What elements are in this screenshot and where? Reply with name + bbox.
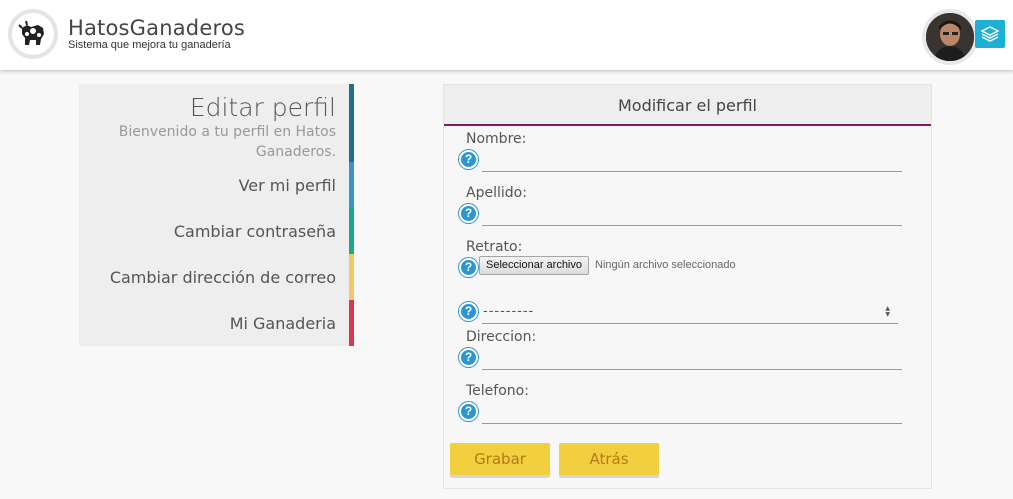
help-icon[interactable]: ? [459,302,478,321]
sidebar-item-bar [349,254,354,300]
help-icon[interactable]: ? [459,258,478,277]
direccion-label: Direccion: [466,329,537,345]
nombre-input[interactable] [482,171,902,172]
cow-icon [18,20,44,45]
avatar-photo [926,13,974,61]
apellido-input[interactable] [482,225,902,226]
sidebar-item-bar [349,208,354,254]
brand-tagline: Sistema que mejora tu ganadería [68,39,231,51]
select-file-button[interactable]: Seleccionar archivo [479,256,589,275]
layers-button[interactable] [975,20,1005,48]
apellido-label: Apellido: [466,185,527,201]
top-header: HatosGanaderos Sistema que mejora tu gan… [0,0,1013,70]
sidebar-item-label: Mi Ganaderia [229,313,336,333]
select-arrows-icon: ▲ ▼ [885,305,890,318]
sidebar-item-label: Cambiar contraseña [173,221,336,241]
sidebar-item-mi-ganaderia[interactable]: Mi Ganaderia [79,300,354,346]
ganaderia-select[interactable]: --------- ▲ ▼ [482,302,898,324]
edit-profile-form: Modificar el perfil Nombre: ? Apellido: … [443,84,932,489]
brand-name[interactable]: HatosGanaderos [68,16,245,40]
help-icon[interactable]: ? [459,402,478,421]
retrato-label: Retrato: [466,239,523,255]
save-button[interactable]: Grabar [450,443,550,475]
sidebar-item-cambiar-correo[interactable]: Cambiar dirección de correo [79,254,354,300]
user-avatar[interactable] [922,9,978,65]
help-icon[interactable]: ? [459,204,478,223]
sidebar-item-label: Ver mi perfil [238,175,336,195]
sidebar-item-bar [349,300,354,346]
profile-sidebar: Editar perfil Bienvenido a tu perfil en … [79,84,354,346]
telefono-input[interactable] [482,423,902,424]
sidebar-item-bar [349,162,354,208]
sidebar-item-label: Cambiar dirección de correo [109,267,336,287]
sidebar-item-cambiar-contrasena[interactable]: Cambiar contraseña [79,208,354,254]
sidebar-header: Editar perfil Bienvenido a tu perfil en … [79,84,354,162]
sidebar-item-ver-perfil[interactable]: Ver mi perfil [79,162,354,208]
sidebar-subtitle: Bienvenido a tu perfil en Hatos Ganadero… [118,124,336,160]
select-value: --------- [483,304,535,319]
direccion-input[interactable] [482,369,902,370]
help-icon[interactable]: ? [459,150,478,169]
nombre-label: Nombre: [466,131,527,147]
logo[interactable] [8,9,58,59]
file-status: Ningún archivo seleccionado [595,259,736,271]
telefono-label: Telefono: [466,383,529,399]
sidebar-title: Editar perfil [189,93,336,122]
form-title: Modificar el perfil [444,85,931,126]
sidebar-title-bar [349,84,354,162]
help-icon[interactable]: ? [459,348,478,367]
back-button[interactable]: Atrás [559,443,659,475]
layers-icon [981,26,999,42]
